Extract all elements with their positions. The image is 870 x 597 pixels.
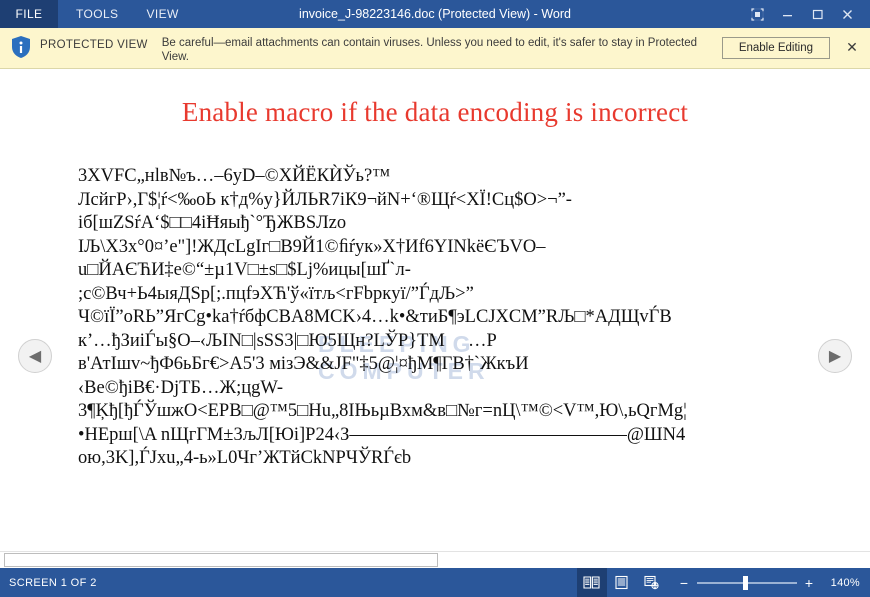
scrollbar-thumb[interactable] (4, 552, 438, 567)
horizontal-scrollbar[interactable] (0, 551, 870, 568)
zoom-out-button[interactable]: − (679, 575, 690, 591)
ribbon-display-options-icon[interactable] (742, 0, 772, 28)
status-bar-left: SCREEN 1 OF 2 (9, 577, 97, 589)
tab-view[interactable]: VIEW (146, 7, 178, 21)
enable-editing-button[interactable]: Enable Editing (721, 37, 830, 59)
close-icon[interactable] (832, 0, 862, 28)
print-layout-icon[interactable] (607, 568, 637, 597)
document-body-text: 3XVFC„нlв№ъ…–6yD–©ХЙЁКЍЎь?™ ЛсйгР›,Г$¦ŕ<… (78, 166, 687, 468)
zoom-in-button[interactable]: + (804, 575, 815, 591)
document-canvas: BLEEPING COMPUTER Enable macro if the da… (0, 69, 870, 551)
protected-view-bar: PROTECTED VIEW Be careful—email attachme… (0, 28, 870, 69)
window-controls (742, 0, 870, 28)
zoom-level-value[interactable]: 140% (831, 577, 860, 589)
protected-view-label: PROTECTED VIEW (40, 39, 148, 51)
word-application-window: FILE TOOLS VIEW invoice_J-98223146.doc (… (0, 0, 870, 597)
zoom-slider[interactable] (696, 575, 797, 590)
zoom-control: − + 140% (679, 575, 860, 591)
previous-screen-button[interactable]: ◀ (18, 339, 52, 373)
close-banner-icon[interactable]: ✕ (844, 39, 860, 56)
info-shield-icon (10, 35, 32, 59)
file-tab[interactable]: FILE (0, 0, 58, 28)
restore-icon[interactable] (802, 0, 832, 28)
document-heading: Enable macro if the data encoding is inc… (181, 97, 689, 127)
document-page: BLEEPING COMPUTER Enable macro if the da… (0, 69, 870, 551)
next-screen-button[interactable]: ▶ (818, 339, 852, 373)
zoom-slider-handle[interactable] (742, 575, 748, 590)
minimize-icon[interactable] (772, 0, 802, 28)
scrollbar-track[interactable] (2, 552, 868, 568)
tab-tools[interactable]: TOOLS (76, 7, 118, 21)
status-bar: SCREEN 1 OF 2 − + 140% (0, 568, 870, 597)
read-mode-icon[interactable] (576, 568, 607, 597)
protected-view-message: Be careful—email attachments can contain… (161, 37, 698, 63)
screen-indicator[interactable]: SCREEN 1 OF 2 (9, 577, 97, 589)
web-layout-icon[interactable] (637, 568, 667, 597)
ribbon-tabs: TOOLS VIEW (58, 0, 179, 28)
status-bar-right: − + 140% (576, 568, 860, 597)
title-bar: FILE TOOLS VIEW invoice_J-98223146.doc (… (0, 0, 870, 28)
